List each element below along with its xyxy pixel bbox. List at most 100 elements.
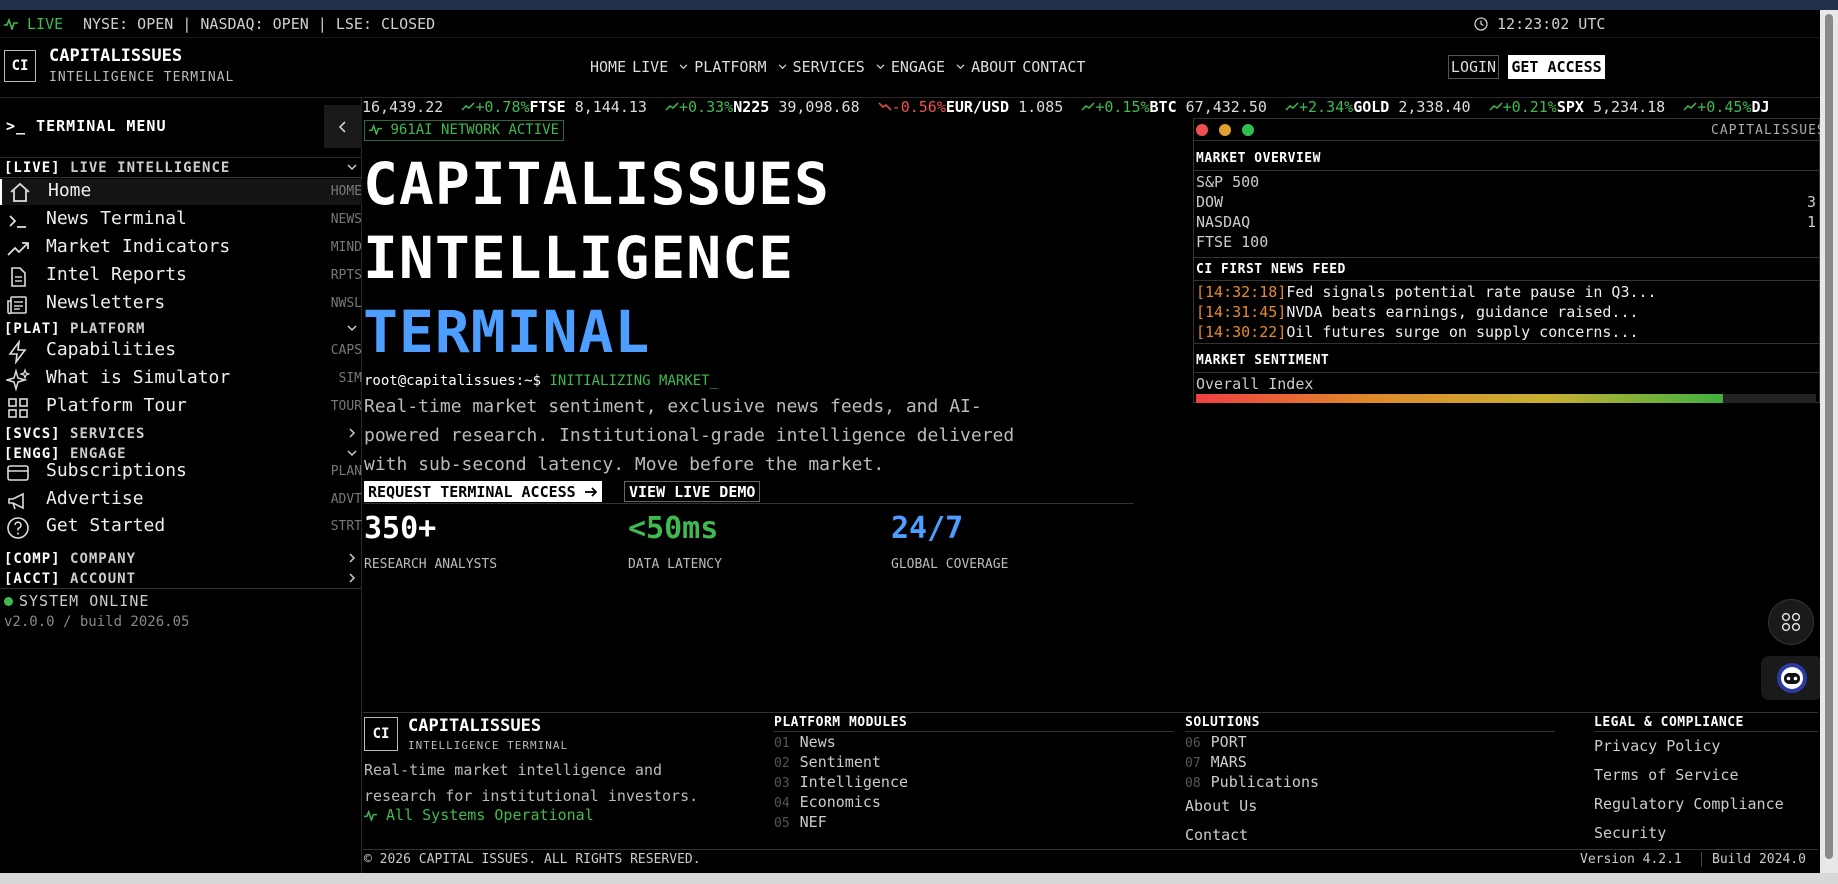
footer-logo[interactable]: CI: [364, 717, 398, 751]
footer-module-link[interactable]: 03 Intelligence: [774, 773, 908, 791]
ticker-symbol: BTC: [1149, 98, 1177, 116]
footer-link-contact[interactable]: Contact: [1185, 826, 1248, 844]
section-account[interactable]: [ACCT] ACCOUNT: [0, 569, 362, 589]
section-label: PLATFORM: [70, 321, 146, 337]
footer-module-link[interactable]: 02 Sentiment: [774, 753, 881, 771]
home-icon: [10, 182, 30, 202]
divider: [1194, 280, 1821, 281]
nav-item-services[interactable]: SERVICES: [793, 58, 885, 76]
trend-up-icon: [665, 102, 679, 111]
prompt-text: root@capitalissues:~$: [364, 373, 542, 389]
view-demo-button[interactable]: VIEW LIVE DEMO: [624, 481, 761, 502]
maximize-dot-icon[interactable]: [1242, 124, 1254, 136]
nav-item-live[interactable]: LIVE: [632, 58, 688, 76]
section-label: COMPANY: [70, 551, 137, 567]
nav-item-engage[interactable]: ENGAGE: [891, 58, 965, 76]
arrow-right-icon: [584, 486, 597, 497]
footer-module-link[interactable]: 01 News: [774, 733, 836, 751]
ticker-symbol: EUR/USD: [945, 98, 1010, 116]
section-company[interactable]: [COMP] COMPANY: [0, 549, 362, 569]
link-number: 07: [1185, 756, 1201, 771]
sidebar-item-nwsl[interactable]: Newsletters NWSL: [0, 291, 362, 317]
sidebar-item-label: Market Indicators: [46, 236, 231, 257]
ticker-item[interactable]: N225 39,098.68 -0.56%: [733, 98, 946, 116]
collapse-sidebar-button[interactable]: [324, 105, 362, 148]
sidebar-item-mind[interactable]: Market Indicators MIND: [0, 235, 362, 261]
divider: [1194, 170, 1821, 171]
section-tag: [SVCS]: [4, 426, 61, 442]
sidebar-item-advt[interactable]: Advertise ADVT: [0, 487, 362, 513]
ticker-item[interactable]: DJ: [1751, 98, 1769, 116]
footer-legal-link[interactable]: Security: [1594, 824, 1666, 842]
sidebar-item-sim[interactable]: What is Simulator SIM: [0, 366, 362, 392]
divider: [1194, 343, 1821, 344]
overview-row[interactable]: NASDAQ 1: [1196, 213, 1816, 233]
sidebar-item-plan[interactable]: Subscriptions PLAN: [0, 459, 362, 485]
sidebar-item-label: Platform Tour: [46, 395, 187, 416]
ticker-item[interactable]: EUR/USD 1.085 +0.15%: [946, 98, 1150, 116]
overview-row[interactable]: FTSE 100: [1196, 233, 1816, 253]
hero-title-line3: TERMINAL: [363, 298, 651, 366]
section-services[interactable]: [SVCS] SERVICES: [0, 424, 362, 444]
sidebar-item-home[interactable]: Home HOME: [0, 179, 362, 205]
nav-item-about[interactable]: ABOUT: [971, 58, 1016, 76]
news-item[interactable]: [14:31:45]NVDA beats earnings, guidance …: [1196, 303, 1639, 321]
footer-legal-link[interactable]: Privacy Policy: [1594, 737, 1720, 755]
sidebar-item-strt[interactable]: Get Started STRT: [0, 514, 362, 540]
footer-module-link[interactable]: 04 Economics: [774, 793, 881, 811]
request-access-button[interactable]: REQUEST TERMINAL ACCESS: [364, 481, 602, 502]
overview-row[interactable]: S&P 500: [1196, 173, 1816, 193]
sidebar-item-code: PLAN: [330, 464, 362, 479]
sidebar-item-rpts[interactable]: Intel Reports RPTS: [0, 263, 362, 289]
footer-solution-link[interactable]: 08 Publications: [1185, 773, 1319, 791]
chat-assistant-button[interactable]: [1761, 656, 1823, 700]
ticker-change: -0.56%: [891, 98, 946, 116]
footer-module-link[interactable]: 05 NEF: [774, 813, 827, 831]
ticker-item[interactable]: BTC 67,432.50 +2.34%: [1150, 98, 1354, 116]
ticker-item[interactable]: 16,439.22 +0.78%: [362, 98, 530, 116]
page-scrollbar[interactable]: [1820, 10, 1838, 873]
scrollbar-thumb[interactable]: [1825, 14, 1833, 859]
close-dot-icon[interactable]: [1196, 124, 1208, 136]
nav-item-home[interactable]: HOME: [590, 58, 626, 76]
stat-label: DATA LATENCY: [628, 557, 722, 572]
sidebar-item-caps[interactable]: Capabilities CAPS: [0, 338, 362, 364]
trend-down-icon: [878, 102, 892, 111]
apps-fab[interactable]: [1768, 599, 1814, 645]
sidebar-item-code: STRT: [330, 519, 362, 534]
chevron-down-icon: [679, 64, 688, 70]
sidebar-item-news[interactable]: News Terminal NEWS: [0, 207, 362, 233]
trend-up-icon: [1683, 102, 1697, 111]
footer-link-about[interactable]: About Us: [1185, 797, 1257, 815]
main-nav: HOME LIVE PLATFORM SERVICES ENGAGE ABOUT C…: [590, 58, 1085, 76]
footer-solution-link[interactable]: 07 MARS: [1185, 753, 1247, 771]
nav-item-platform[interactable]: PLATFORM: [694, 58, 786, 76]
footer-legal-link[interactable]: Regulatory Compliance: [1594, 795, 1784, 813]
section-platform[interactable]: [PLAT] PLATFORM: [0, 319, 362, 339]
ticker-item[interactable]: GOLD 2,338.40 +0.21%: [1353, 98, 1557, 116]
section-live[interactable]: [LIVE] LIVE INTELLIGENCE: [0, 158, 362, 178]
divider: [1185, 731, 1555, 732]
nav-label: ABOUT: [971, 58, 1017, 76]
ticker-item[interactable]: SPX 5,234.18 +0.45%: [1557, 98, 1752, 116]
get-access-button[interactable]: GET ACCESS: [1508, 55, 1605, 79]
sidebar-item-tour[interactable]: Platform Tour TOUR: [0, 394, 362, 420]
news-item[interactable]: [14:32:18]Fed signals potential rate pau…: [1196, 283, 1657, 301]
footer-legal-link[interactable]: Terms of Service: [1594, 766, 1739, 784]
login-button[interactable]: LOGIN: [1448, 55, 1499, 79]
ticker-item[interactable]: FTSE 8,144.13 +0.33%: [530, 98, 734, 116]
footer-description: Real-time market intelligence and resear…: [364, 757, 698, 809]
footer-version: Version 4.2.1: [1580, 852, 1682, 867]
link-label: Sentiment: [799, 753, 881, 771]
nav-item-contact[interactable]: CONTACT: [1022, 58, 1085, 76]
status-dot: [4, 597, 13, 606]
divider: [1194, 257, 1821, 258]
brand-name[interactable]: CAPITALISSUES: [49, 46, 182, 66]
network-badge: 961AI NETWORK ACTIVE: [364, 120, 565, 141]
footer-solution-link[interactable]: 06 PORT: [1185, 733, 1247, 751]
news-item[interactable]: [14:30:22]Oil futures surge on supply co…: [1196, 323, 1639, 341]
minimize-dot-icon[interactable]: [1219, 124, 1231, 136]
overview-row[interactable]: DOW 3: [1196, 193, 1816, 213]
chevron-down-icon: [347, 325, 357, 332]
brand-logo[interactable]: CI: [4, 50, 36, 82]
